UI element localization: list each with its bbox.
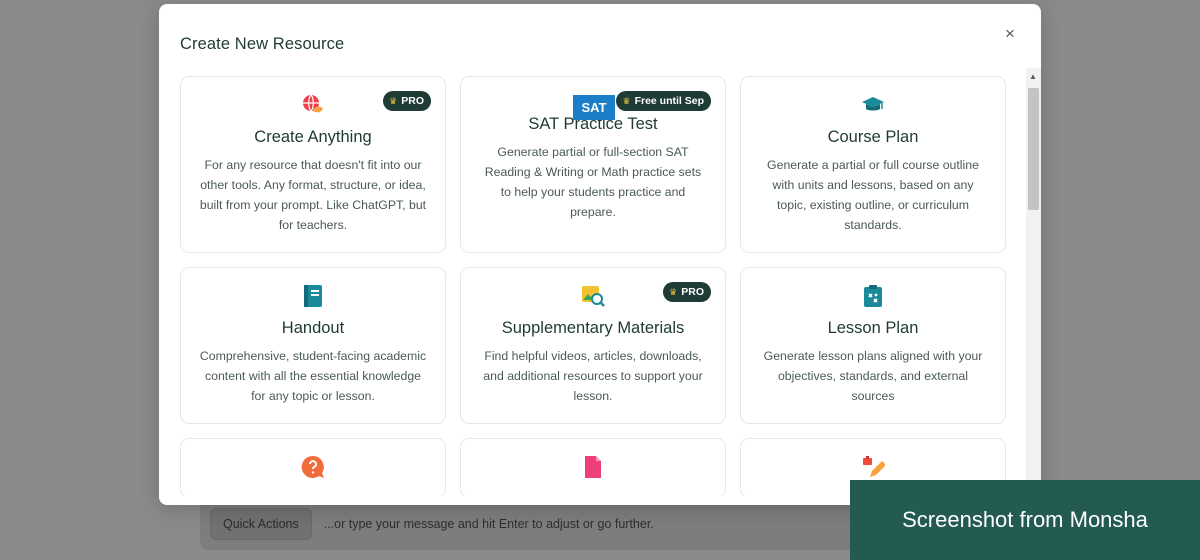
card-title: Supplementary Materials <box>501 319 685 337</box>
pro-badge: ♛ PRO <box>663 282 711 302</box>
card-description: Comprehensive, student-facing academic c… <box>199 349 427 403</box>
question-bubble-icon <box>301 455 324 478</box>
badge-label: PRO <box>401 95 424 107</box>
badge-label: PRO <box>681 286 704 298</box>
card-title: Lesson Plan <box>827 319 919 337</box>
card-description: Generate partial or full-section SAT Rea… <box>484 145 702 219</box>
image-search-icon <box>582 286 605 307</box>
resource-card-quiz[interactable] <box>180 438 446 496</box>
sat-logo: SAT <box>573 95 615 120</box>
create-resource-modal: Create New Resource × ♛ PRO Create Anyth… <box>159 4 1041 505</box>
resource-card-course-plan[interactable]: Course Plan Generate a partial or full c… <box>740 76 1006 253</box>
modal-title: Create New Resource <box>180 35 345 53</box>
card-title: Create Anything <box>254 128 372 146</box>
notebook-icon <box>304 285 322 307</box>
resource-card-create-anything[interactable]: ♛ PRO Create Anything For any resource t… <box>180 76 446 253</box>
resource-card-handout[interactable]: Handout Comprehensive, student-facing ac… <box>180 267 446 424</box>
close-icon[interactable]: × <box>1001 24 1019 42</box>
pencil-toolbox-icon <box>863 456 885 477</box>
graduation-cap-icon <box>862 97 884 111</box>
document-icon <box>585 456 601 478</box>
card-title: Course Plan <box>827 128 919 146</box>
resource-list: ♛ PRO Create Anything For any resource t… <box>180 76 1008 496</box>
resource-card-supplementary-materials[interactable]: ♛ PRO Supplementary Materials Find helpf… <box>460 267 726 424</box>
quick-actions-button[interactable]: Quick Actions <box>210 508 312 540</box>
resource-card-document[interactable] <box>460 438 726 496</box>
pro-badge: ♛ PRO <box>383 91 431 111</box>
crown-icon: ♛ <box>389 95 398 106</box>
card-description: Generate lesson plans aligned with your … <box>763 349 983 403</box>
resource-card-sat-practice-test[interactable]: SAT ♛ Free until Sep SAT Practice Test G… <box>460 76 726 253</box>
free-until-badge: ♛ Free until Sep <box>616 91 711 111</box>
card-description: Generate a partial or full course outlin… <box>767 158 979 232</box>
card-title: Handout <box>281 319 345 337</box>
scroll-thumb[interactable] <box>1028 88 1039 210</box>
clipboard-icon <box>864 285 882 307</box>
scroll-up-icon[interactable]: ▲ <box>1029 72 1037 81</box>
crown-icon: ♛ <box>622 95 631 106</box>
resource-card-lesson-plan[interactable]: Lesson Plan Generate lesson plans aligne… <box>740 267 1006 424</box>
globe-hand-icon <box>303 94 323 113</box>
message-input[interactable]: ...or type your message and hit Enter to… <box>324 517 654 531</box>
watermark: Screenshot from Monsha <box>850 480 1200 560</box>
modal-scrollbar[interactable]: ▲ <box>1026 68 1041 505</box>
crown-icon: ♛ <box>669 286 678 297</box>
badge-label: Free until Sep <box>634 95 704 107</box>
card-description: For any resource that doesn't fit into o… <box>199 158 427 232</box>
card-description: Find helpful videos, articles, downloads… <box>483 349 703 403</box>
